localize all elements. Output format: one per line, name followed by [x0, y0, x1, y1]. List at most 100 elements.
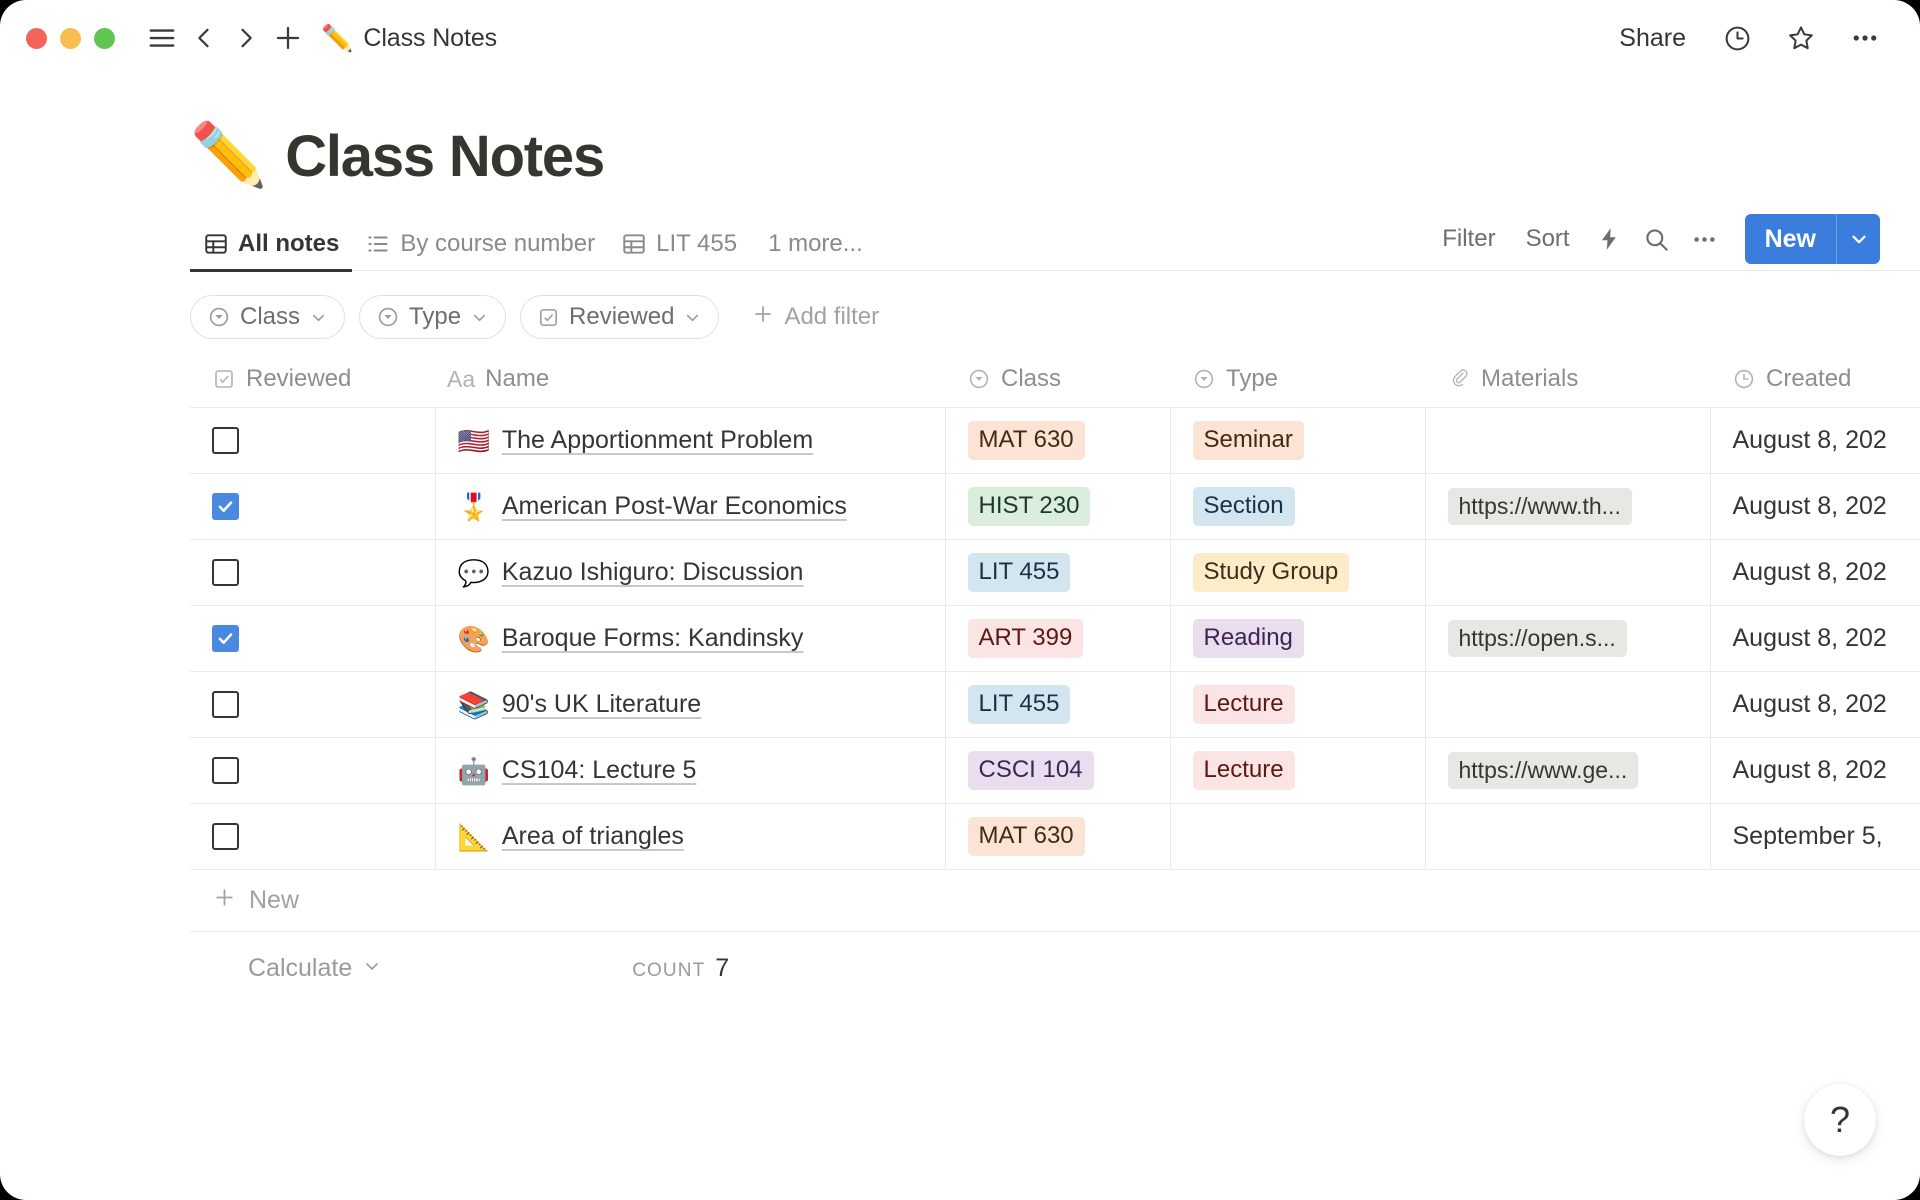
reviewed-checkbox[interactable] — [212, 757, 239, 784]
reviewed-checkbox[interactable] — [212, 823, 239, 850]
column-header-name[interactable]: Aa Name — [435, 357, 945, 408]
cell-name[interactable]: 🇺🇸The Apportionment Problem — [435, 408, 945, 474]
cell-name[interactable]: 💬Kazuo Ishiguro: Discussion — [435, 540, 945, 606]
material-link[interactable]: https://open.s... — [1448, 620, 1627, 657]
table-row[interactable]: 🎖️American Post-War EconomicsHIST 230Sec… — [190, 474, 1920, 540]
cell-created[interactable]: August 8, 202 — [1710, 408, 1920, 474]
row-name-link[interactable]: Area of triangles — [502, 822, 684, 851]
paperclip-icon — [1447, 367, 1471, 391]
minimize-window-button[interactable] — [60, 28, 81, 49]
material-link[interactable]: https://www.ge... — [1448, 752, 1639, 789]
cell-class[interactable]: MAT 630 — [945, 804, 1170, 870]
cell-class[interactable]: MAT 630 — [945, 408, 1170, 474]
close-window-button[interactable] — [26, 28, 47, 49]
filter-chip-type[interactable]: Type — [359, 295, 506, 339]
cell-materials[interactable] — [1425, 408, 1710, 474]
cell-class[interactable]: LIT 455 — [945, 672, 1170, 738]
cell-materials[interactable] — [1425, 540, 1710, 606]
column-header-created[interactable]: Created — [1710, 357, 1920, 408]
more-icon[interactable] — [1683, 219, 1727, 259]
tab-lit-455[interactable]: LIT 455 — [608, 224, 750, 270]
search-icon[interactable] — [1635, 219, 1679, 259]
cell-name[interactable]: 🎖️American Post-War Economics — [435, 474, 945, 540]
cell-type[interactable]: Study Group — [1170, 540, 1425, 606]
sort-button[interactable]: Sort — [1513, 219, 1583, 259]
help-button[interactable]: ? — [1804, 1084, 1876, 1156]
history-clock-icon[interactable] — [1716, 17, 1758, 59]
cell-name[interactable]: 🤖CS104: Lecture 5 — [435, 738, 945, 804]
row-name-link[interactable]: The Apportionment Problem — [502, 426, 813, 455]
tab-more-views[interactable]: 1 more... — [750, 224, 876, 270]
reviewed-checkbox[interactable] — [212, 427, 239, 454]
row-name-link[interactable]: Kazuo Ishiguro: Discussion — [502, 558, 804, 587]
cell-name[interactable]: 🎨Baroque Forms: Kandinsky — [435, 606, 945, 672]
cell-type[interactable] — [1170, 804, 1425, 870]
reviewed-checkbox[interactable] — [212, 691, 239, 718]
star-icon[interactable] — [1780, 17, 1822, 59]
cell-created[interactable]: August 8, 202 — [1710, 540, 1920, 606]
more-icon[interactable] — [1844, 17, 1886, 59]
row-name-link[interactable]: CS104: Lecture 5 — [502, 756, 697, 785]
calculate-button[interactable]: Calculate — [190, 954, 382, 983]
table-row[interactable]: 💬Kazuo Ishiguro: DiscussionLIT 455Study … — [190, 540, 1920, 606]
table-row[interactable]: 📚90's UK LiteratureLIT 455Lecture August … — [190, 672, 1920, 738]
cell-name[interactable]: 📐Area of triangles — [435, 804, 945, 870]
filter-chip-reviewed[interactable]: Reviewed — [520, 295, 719, 339]
cell-materials[interactable]: https://www.ge... — [1425, 738, 1710, 804]
chevron-down-icon[interactable] — [1836, 214, 1880, 264]
filter-button[interactable]: Filter — [1429, 219, 1508, 259]
table-row[interactable]: 🤖CS104: Lecture 5CSCI 104Lecture https://… — [190, 738, 1920, 804]
cell-created[interactable]: August 8, 202 — [1710, 738, 1920, 804]
maximize-window-button[interactable] — [94, 28, 115, 49]
row-name-link[interactable]: 90's UK Literature — [502, 690, 701, 719]
plus-icon[interactable] — [267, 17, 309, 59]
cell-type[interactable]: Reading — [1170, 606, 1425, 672]
tab-all-notes[interactable]: All notes — [190, 224, 352, 270]
cell-created[interactable]: August 8, 202 — [1710, 606, 1920, 672]
material-link[interactable]: https://www.th... — [1448, 488, 1632, 525]
column-header-class[interactable]: Class — [945, 357, 1170, 408]
row-name-link[interactable]: American Post-War Economics — [502, 492, 847, 521]
cell-created[interactable]: August 8, 202 — [1710, 672, 1920, 738]
cell-materials[interactable] — [1425, 804, 1710, 870]
cell-name[interactable]: 📚90's UK Literature — [435, 672, 945, 738]
cell-created[interactable]: August 8, 202 — [1710, 474, 1920, 540]
cell-class[interactable]: HIST 230 — [945, 474, 1170, 540]
page-emoji-icon[interactable]: ✏️ — [190, 125, 267, 187]
lightning-bolt-icon[interactable] — [1587, 219, 1631, 259]
reviewed-checkbox[interactable] — [212, 559, 239, 586]
new-button[interactable]: New — [1745, 214, 1836, 264]
add-filter-button[interactable]: Add filter — [741, 302, 889, 333]
filter-chip-class[interactable]: Class — [190, 295, 345, 339]
table-row[interactable]: 🎨Baroque Forms: KandinskyART 399Reading h… — [190, 606, 1920, 672]
cell-class[interactable]: ART 399 — [945, 606, 1170, 672]
cell-class[interactable]: LIT 455 — [945, 540, 1170, 606]
cell-type[interactable]: Lecture — [1170, 672, 1425, 738]
table-row[interactable]: 📐Area of trianglesMAT 630 September 5, — [190, 804, 1920, 870]
back-icon[interactable] — [183, 17, 225, 59]
cell-created[interactable]: September 5, — [1710, 804, 1920, 870]
forward-icon[interactable] — [225, 17, 267, 59]
count-summary[interactable]: Count 7 — [632, 954, 729, 983]
cell-class[interactable]: CSCI 104 — [945, 738, 1170, 804]
column-header-reviewed[interactable]: Reviewed — [190, 357, 435, 408]
share-button[interactable]: Share — [1611, 20, 1694, 57]
cell-type[interactable]: Seminar — [1170, 408, 1425, 474]
column-header-materials[interactable]: Materials — [1425, 357, 1710, 408]
cell-materials[interactable]: https://www.th... — [1425, 474, 1710, 540]
reviewed-checkbox[interactable] — [212, 625, 239, 652]
cell-materials[interactable]: https://open.s... — [1425, 606, 1710, 672]
menu-icon[interactable] — [141, 17, 183, 59]
cell-type[interactable]: Lecture — [1170, 738, 1425, 804]
page-title-text[interactable]: Class Notes — [285, 123, 604, 190]
cell-type[interactable]: Section — [1170, 474, 1425, 540]
breadcrumb[interactable]: ✏️ Class Notes — [321, 24, 497, 53]
reviewed-checkbox[interactable] — [212, 493, 239, 520]
column-header-type[interactable]: Type — [1170, 357, 1425, 408]
table-row[interactable]: 🇺🇸The Apportionment ProblemMAT 630Semina… — [190, 408, 1920, 474]
tab-by-course-number[interactable]: By course number — [352, 224, 608, 270]
add-new-row-button[interactable]: New — [190, 870, 1920, 932]
cell-reviewed — [190, 540, 435, 606]
row-name-link[interactable]: Baroque Forms: Kandinsky — [502, 624, 804, 653]
cell-materials[interactable] — [1425, 672, 1710, 738]
